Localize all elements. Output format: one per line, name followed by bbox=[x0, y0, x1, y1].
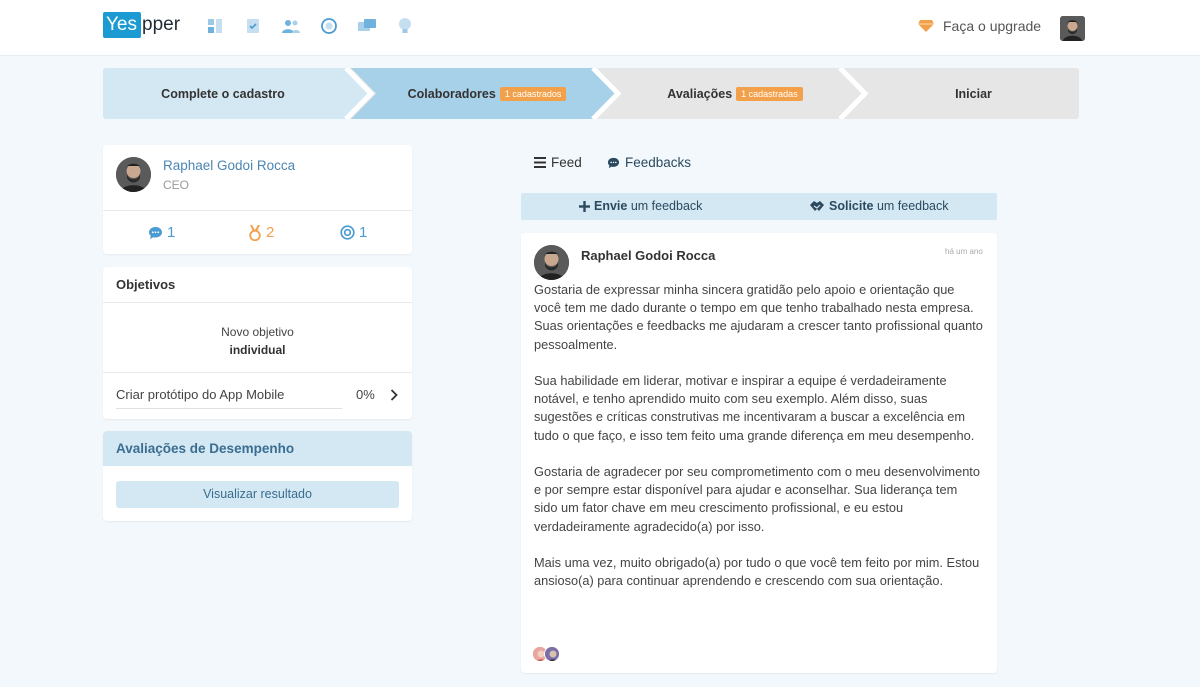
top-bar: Yes pper Faça o upgrade bbox=[0, 0, 1200, 56]
logo-text: pper bbox=[142, 14, 181, 35]
dashboard-icon[interactable] bbox=[205, 16, 225, 36]
step-complete-profile[interactable]: Complete o cadastro bbox=[103, 68, 343, 119]
plus-icon bbox=[579, 200, 590, 212]
request-rest: um feedback bbox=[873, 199, 949, 213]
diamond-icon bbox=[918, 20, 934, 32]
send-bold: Envie bbox=[594, 199, 628, 213]
divider bbox=[103, 372, 412, 373]
idea-icon[interactable] bbox=[395, 16, 415, 36]
feedback-actions-bar: Envie um feedback Solicite um feedback bbox=[521, 193, 997, 220]
stat-value: 1 bbox=[167, 224, 176, 241]
send-feedback-button[interactable]: Envie um feedback bbox=[579, 199, 702, 213]
tab-feedbacks[interactable]: Feedbacks bbox=[607, 155, 691, 170]
feedbacks-count[interactable]: 1 bbox=[148, 224, 175, 241]
tab-feed[interactable]: Feed bbox=[534, 155, 582, 170]
profile-role: CEO bbox=[163, 178, 190, 192]
list-icon bbox=[534, 157, 546, 168]
avatar[interactable] bbox=[116, 157, 151, 192]
target-icon bbox=[340, 225, 355, 240]
objectives-title: Objetivos bbox=[116, 277, 176, 292]
step-evaluations[interactable]: Avaliações 1 cadastradas bbox=[621, 68, 849, 119]
tab-label: Feed bbox=[551, 155, 582, 170]
objective-progress-track bbox=[116, 408, 342, 409]
post-participants[interactable] bbox=[532, 646, 560, 662]
step-label: Iniciar bbox=[955, 86, 992, 101]
stat-value: 1 bbox=[359, 224, 368, 241]
logo-mark: Yes bbox=[103, 12, 141, 38]
post-paragraph: Sua habilidade em liderar, motivar e ins… bbox=[534, 373, 975, 443]
send-rest: um feedback bbox=[627, 199, 703, 213]
step-label: Avaliações bbox=[667, 86, 733, 101]
step-badge: 1 cadastrados bbox=[499, 86, 567, 101]
objectives-card: Objetivos Novo objetivo individual Criar… bbox=[103, 267, 412, 419]
objective-item-label[interactable]: Criar protótipo do App Mobile bbox=[116, 387, 284, 402]
post-timestamp: há um ano bbox=[945, 247, 983, 256]
medals-count[interactable]: 2 bbox=[248, 224, 274, 241]
chevron-right-icon[interactable] bbox=[389, 388, 399, 402]
medal-icon bbox=[249, 224, 261, 241]
step-label: Colaboradores bbox=[407, 86, 496, 101]
upgrade-link[interactable]: Faça o upgrade bbox=[917, 18, 1041, 34]
evaluations-card: Avaliações de Desempenho Visualizar resu… bbox=[103, 431, 412, 521]
handshake-icon bbox=[810, 201, 824, 211]
target-icon[interactable] bbox=[319, 16, 339, 36]
comment-icon bbox=[607, 157, 620, 168]
profile-card: Raphael Godoi Rocca CEO 1 2 1 bbox=[103, 145, 412, 254]
comment-icon bbox=[149, 226, 162, 239]
team-icon[interactable] bbox=[281, 16, 301, 36]
tab-label: Feedbacks bbox=[625, 155, 692, 170]
new-objective-button[interactable]: Novo objetivo individual bbox=[103, 323, 412, 359]
step-badge: 1 cadastradas bbox=[736, 86, 803, 101]
view-results-button[interactable]: Visualizar resultado bbox=[116, 481, 399, 508]
feed-post: Raphael Godoi Rocca há um ano Gostaria d… bbox=[521, 233, 997, 673]
profile-name[interactable]: Raphael Godoi Rocca bbox=[163, 158, 295, 173]
stat-value: 2 bbox=[266, 224, 275, 241]
main-nav bbox=[205, 16, 415, 36]
post-author[interactable]: Raphael Godoi Rocca bbox=[581, 248, 715, 263]
new-objective-line1: Novo objetivo bbox=[221, 325, 294, 339]
request-feedback-button[interactable]: Solicite um feedback bbox=[809, 199, 949, 213]
divider bbox=[103, 210, 412, 211]
post-paragraph: Mais uma vez, muito obrigado(a) por tudo… bbox=[534, 555, 980, 589]
post-paragraph: Gostaria de expressar minha sincera grat… bbox=[534, 282, 983, 352]
divider bbox=[103, 302, 412, 303]
request-bold: Solicite bbox=[829, 199, 874, 213]
tasks-icon[interactable] bbox=[243, 16, 263, 36]
participant-avatar bbox=[544, 646, 560, 662]
onboarding-stepper: Complete o cadastro Colaboradores 1 cada… bbox=[103, 68, 1079, 119]
post-paragraph: Gostaria de agradecer por seu comprometi… bbox=[534, 464, 980, 534]
brand-logo[interactable]: Yes pper bbox=[103, 12, 180, 38]
evaluations-title: Avaliações de Desempenho bbox=[116, 441, 295, 456]
goals-count[interactable]: 1 bbox=[340, 224, 367, 241]
step-collaborators[interactable]: Colaboradores 1 cadastrados bbox=[373, 68, 601, 119]
objective-progress: 0% bbox=[356, 387, 375, 402]
user-avatar[interactable] bbox=[1060, 16, 1085, 41]
post-body: Gostaria de expressar minha sincera grat… bbox=[534, 281, 984, 609]
evaluations-header: Avaliações de Desempenho bbox=[103, 431, 412, 466]
step-label: Complete o cadastro bbox=[161, 86, 285, 101]
upgrade-label: Faça o upgrade bbox=[943, 18, 1042, 34]
chat-icon[interactable] bbox=[357, 16, 377, 36]
step-start[interactable]: Iniciar bbox=[868, 68, 1079, 119]
avatar[interactable] bbox=[534, 245, 569, 280]
new-objective-line2: individual bbox=[229, 343, 286, 357]
